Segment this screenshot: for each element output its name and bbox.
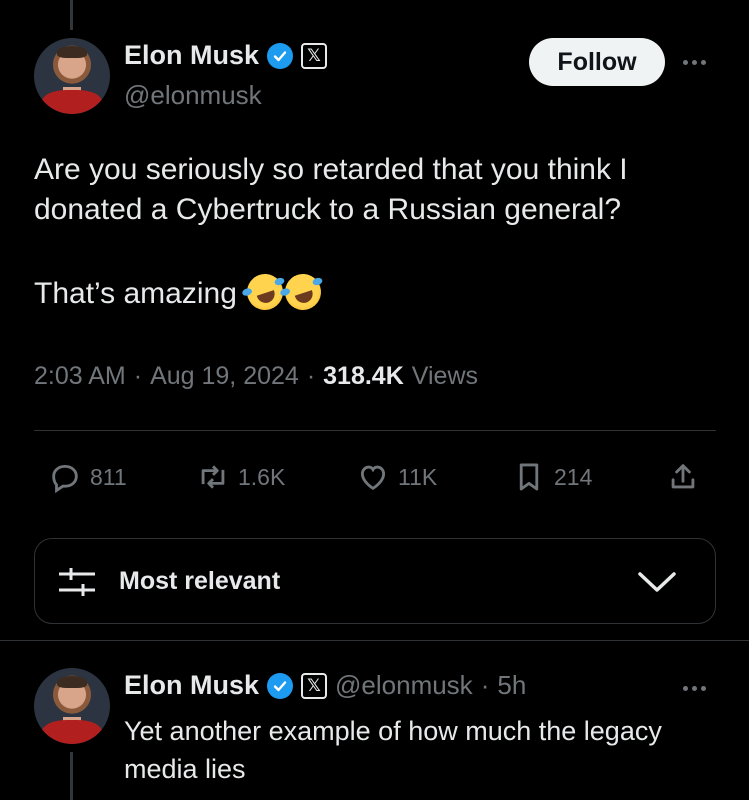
repost-count: 1.6K bbox=[238, 463, 286, 490]
tweet-text-line: That’s amazing bbox=[34, 269, 724, 315]
sort-label: Most relevant bbox=[119, 567, 281, 595]
share-button[interactable] bbox=[666, 460, 700, 494]
reply-handle[interactable]: @elonmusk bbox=[335, 670, 473, 701]
verified-icon bbox=[267, 672, 294, 699]
repost-icon bbox=[201, 465, 225, 489]
reply-count: 811 bbox=[90, 463, 127, 490]
repost-button[interactable]: 1.6K bbox=[196, 460, 285, 494]
avatar[interactable] bbox=[34, 38, 110, 114]
tweet-text: Are you seriously so retarded that you t… bbox=[34, 150, 724, 315]
reply-icon bbox=[52, 464, 78, 494]
views-label: Views bbox=[411, 362, 479, 390]
x-affiliate-badge[interactable]: 𝕏 bbox=[301, 672, 328, 699]
reply-avatar[interactable] bbox=[34, 668, 110, 744]
thread-line bbox=[70, 0, 73, 30]
more-icon[interactable] bbox=[683, 686, 706, 691]
views-count[interactable]: 318.4K bbox=[323, 362, 404, 391]
like-count: 11K bbox=[398, 463, 438, 490]
verified-icon bbox=[267, 42, 294, 69]
more-icon[interactable] bbox=[683, 60, 706, 65]
reply-age[interactable]: 5h bbox=[497, 670, 526, 701]
x-affiliate-badge[interactable]: 𝕏 bbox=[301, 42, 328, 69]
bookmark-count: 214 bbox=[554, 463, 593, 490]
meta-separator: · bbox=[306, 362, 316, 390]
filter-icon bbox=[59, 568, 95, 596]
reply-author-name[interactable]: Elon Musk bbox=[124, 670, 259, 701]
reply-separator: · bbox=[480, 670, 490, 700]
author-handle[interactable]: @elonmusk bbox=[124, 80, 262, 111]
thread-line bbox=[70, 752, 73, 800]
reply-text: Yet another example of how much the lega… bbox=[124, 716, 662, 784]
author-name[interactable]: Elon Musk bbox=[124, 40, 259, 71]
tweet-detail-page: Elon Musk 𝕏 @elonmusk Follow Are you ser… bbox=[0, 0, 749, 800]
meta-separator: · bbox=[133, 362, 143, 390]
divider bbox=[0, 640, 749, 641]
divider bbox=[34, 430, 716, 431]
action-bar: 811 1.6K 11K 214 bbox=[34, 454, 716, 504]
tweet-date[interactable]: Aug 19, 2024 bbox=[150, 362, 299, 391]
tweet-meta: 2:03 AM · Aug 19, 2024 · 318.4K Views bbox=[34, 362, 478, 391]
chevron-down-icon bbox=[638, 572, 676, 592]
bookmark-icon bbox=[519, 463, 539, 491]
reply-button[interactable]: 811 bbox=[48, 460, 127, 494]
share-icon bbox=[671, 464, 695, 489]
rofl-emoji-icon bbox=[280, 269, 326, 315]
follow-button[interactable]: Follow bbox=[529, 38, 665, 86]
tweet-text-line: Are you seriously so retarded that you t… bbox=[34, 153, 628, 226]
like-icon bbox=[360, 465, 386, 490]
like-button[interactable]: 11K bbox=[356, 460, 437, 494]
author-row: Elon Musk 𝕏 bbox=[124, 40, 328, 71]
reply-author-row: Elon Musk 𝕏 @elonmusk · 5h bbox=[124, 670, 526, 701]
sort-replies-dropdown[interactable]: Most relevant bbox=[34, 538, 716, 624]
bookmark-button[interactable]: 214 bbox=[512, 460, 592, 494]
tweet-time[interactable]: 2:03 AM bbox=[34, 362, 126, 391]
